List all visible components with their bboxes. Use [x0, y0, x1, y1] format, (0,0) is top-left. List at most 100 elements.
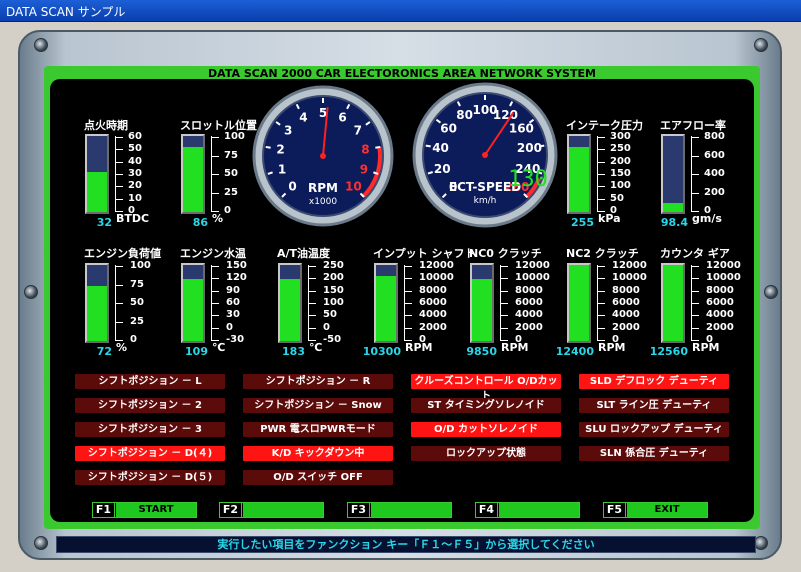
- scale-tick: [597, 137, 605, 138]
- meter-label: A/T油温度: [277, 247, 331, 260]
- scale-tick: [597, 149, 605, 150]
- gauge-tick: [265, 145, 271, 149]
- gauge-tick-label: 3: [284, 124, 292, 138]
- meter-value: 98.4: [660, 216, 688, 229]
- status-indicator: SLN 係合圧 デューティ: [579, 446, 729, 461]
- function-key-label: EXIT: [627, 503, 707, 517]
- status-indicator: シフトポジション － L: [75, 374, 225, 389]
- scale-tick: [597, 186, 605, 187]
- meter-value: 12400: [555, 345, 594, 358]
- scale-label: 10000: [515, 272, 550, 283]
- scale-label: 30: [226, 309, 240, 320]
- screw-icon: [764, 285, 778, 299]
- meter-label: NC2 クラッチ: [566, 247, 639, 260]
- scale-label: 10000: [419, 272, 454, 283]
- status-indicator: PWR 電スロPWRモード: [243, 422, 393, 437]
- status-indicator: クルーズコントロール O/Dカット: [411, 374, 561, 402]
- meter-value: 86: [192, 216, 208, 229]
- meter-value: 183: [282, 345, 305, 358]
- meter-label: NC0 クラッチ: [469, 247, 542, 260]
- scale-tick: [211, 328, 219, 329]
- scale-tick: [597, 303, 605, 304]
- scale-tick: [115, 285, 123, 286]
- gauge-tick-label: 7: [354, 124, 362, 138]
- scale-label: 2000: [515, 322, 543, 333]
- window-titlebar[interactable]: DATA SCAN サンプル: [0, 0, 801, 22]
- meter-bar: [567, 263, 591, 343]
- scale-label: 8000: [419, 285, 447, 296]
- scale-label: 400: [704, 168, 725, 179]
- scale-tick: [211, 291, 219, 292]
- scale-label: 12000: [419, 260, 454, 271]
- scale-tick: [404, 303, 412, 304]
- scale-tick: [691, 266, 699, 267]
- meter-label: インプット シャフト: [373, 247, 476, 260]
- status-indicator: ロックアップ状態: [411, 446, 561, 461]
- scale-tick: [211, 137, 219, 138]
- scale-tick: [691, 315, 699, 316]
- scale-label: 250: [323, 260, 344, 271]
- meter-unit: RPM: [405, 341, 433, 354]
- gauge-sublabel: x1000: [309, 197, 338, 207]
- status-indicator: シフトポジション － D(５): [75, 470, 225, 485]
- scale-tick: [597, 266, 605, 267]
- status-indicator: O/D スイッチ OFF: [243, 470, 393, 485]
- scale-tick: [115, 303, 123, 304]
- function-key-f1[interactable]: F1 START: [92, 502, 197, 518]
- function-key-f5[interactable]: F5 EXIT: [603, 502, 708, 518]
- scale-label: 75: [224, 150, 238, 161]
- scale-tick: [597, 315, 605, 316]
- scale-tick: [211, 266, 219, 267]
- scale-tick: [691, 137, 699, 138]
- scale-tick: [211, 156, 219, 157]
- scale-label: 6000: [515, 297, 543, 308]
- scale-label: 10: [128, 193, 142, 204]
- scale-tick: [211, 193, 219, 194]
- function-key-number: F2: [220, 503, 242, 517]
- window-title: DATA SCAN サンプル: [6, 5, 126, 19]
- meter-fill: [569, 265, 589, 341]
- scale-tick: [500, 328, 508, 329]
- meter-label: 点火時期: [84, 119, 128, 132]
- gauge-label: RPM: [308, 181, 338, 195]
- meter-fill: [183, 147, 203, 212]
- scale-tick: [404, 266, 412, 267]
- function-key-f3[interactable]: F3: [347, 502, 452, 518]
- meter-label: エンジン負荷値: [84, 247, 161, 260]
- scale-label: 2000: [612, 322, 640, 333]
- gauge-tick-label: 8: [361, 142, 369, 156]
- function-key-f2[interactable]: F2: [219, 502, 324, 518]
- gauge-tick: [375, 145, 381, 149]
- scale-label: 50: [323, 309, 337, 320]
- meter-unit: BTDC: [116, 212, 150, 225]
- gauge-sublabel: km/h: [474, 196, 497, 206]
- scale-label: 100: [130, 260, 151, 271]
- scale-label: 8000: [515, 285, 543, 296]
- scale-label: 50: [130, 297, 144, 308]
- scale-tick: [115, 174, 123, 175]
- meter-value: 109: [185, 345, 208, 358]
- meter-unit: RPM: [501, 341, 529, 354]
- scale-label: 4000: [515, 309, 543, 320]
- meter-fill: [376, 276, 396, 341]
- scale-tick: [211, 315, 219, 316]
- scale-label: 600: [704, 150, 725, 161]
- function-key-f4[interactable]: F4: [475, 502, 580, 518]
- scale-label: 60: [128, 131, 142, 142]
- scale-label: 90: [226, 285, 240, 296]
- meter-unit: ℃: [309, 341, 323, 354]
- scale-label: 100: [323, 297, 344, 308]
- meter-unit: kPa: [598, 212, 621, 225]
- meter-fill: [183, 279, 203, 341]
- meter-fill: [87, 286, 107, 341]
- scale-label: 250: [610, 143, 631, 154]
- scale-label: 150: [226, 260, 247, 271]
- scale-label: 12000: [706, 260, 741, 271]
- scale-label: 0: [224, 205, 231, 216]
- scale-label: 6000: [419, 297, 447, 308]
- scale-label: 4000: [706, 309, 734, 320]
- gauge-tick-label: 20: [434, 162, 451, 176]
- gauge-tick-label: 160: [509, 122, 534, 136]
- scale-label: 50: [610, 193, 624, 204]
- scale-label: 200: [704, 187, 725, 198]
